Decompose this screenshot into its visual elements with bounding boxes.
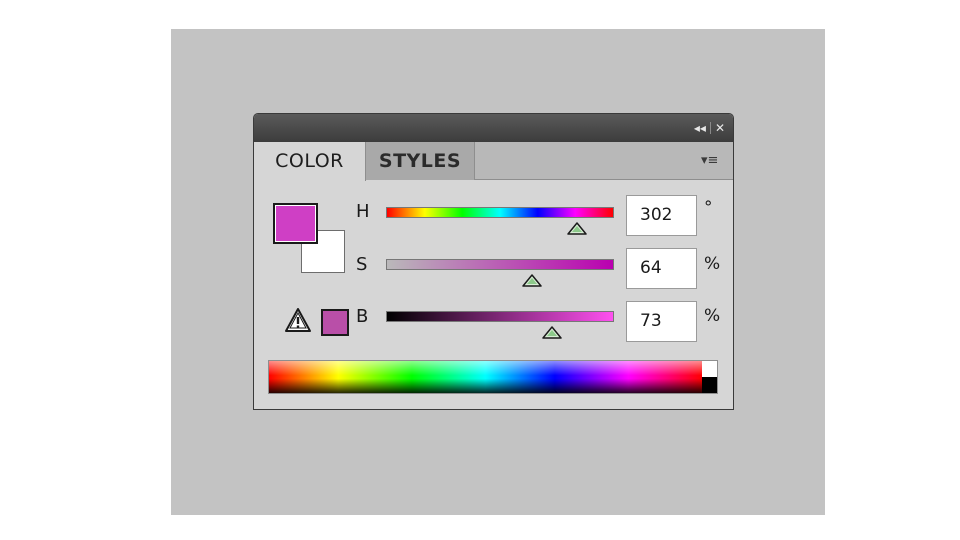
titlebar-controls: ◂◂ ✕ <box>694 119 725 137</box>
brightness-input[interactable]: 73 <box>626 301 697 342</box>
saturation-slider-thumb[interactable] <box>521 274 543 288</box>
foreground-color-swatch[interactable] <box>273 203 318 244</box>
spectrum-white-swatch[interactable] <box>702 361 717 377</box>
tab-bar: COLOR STYLES ▾≡ <box>254 142 733 181</box>
gamut-warning-swatch[interactable] <box>321 309 349 336</box>
spectrum-gradient[interactable] <box>269 361 702 393</box>
saturation-label: S <box>356 254 368 275</box>
hue-slider-track[interactable] <box>386 207 614 218</box>
titlebar-divider <box>709 122 711 134</box>
color-panel: ◂◂ ✕ COLOR STYLES ▾≡ H 302 ° S 64 % B 73… <box>253 113 734 410</box>
hue-input[interactable]: 302 <box>626 195 697 236</box>
hue-unit: ° <box>704 198 713 218</box>
double-chevron-left-icon[interactable]: ◂◂ <box>694 121 706 135</box>
brightness-slider-thumb[interactable] <box>541 326 563 340</box>
panel-titlebar[interactable]: ◂◂ ✕ <box>254 114 733 142</box>
tab-color[interactable]: COLOR <box>254 142 366 181</box>
brightness-label: B <box>356 306 369 327</box>
brightness-unit: % <box>704 306 721 326</box>
hue-slider-thumb[interactable] <box>566 222 588 236</box>
saturation-input[interactable]: 64 <box>626 248 697 289</box>
warning-triangle-icon[interactable] <box>284 307 312 333</box>
brightness-slider-track[interactable] <box>386 311 614 322</box>
tab-styles[interactable]: STYLES <box>366 142 475 180</box>
saturation-unit: % <box>704 254 721 274</box>
color-spectrum-ramp[interactable] <box>268 360 718 394</box>
panel-menu-icon[interactable]: ▾≡ <box>701 151 723 171</box>
hue-label: H <box>356 201 370 222</box>
saturation-slider-track[interactable] <box>386 259 614 270</box>
close-icon[interactable]: ✕ <box>715 121 725 135</box>
spectrum-black-swatch[interactable] <box>702 377 717 393</box>
